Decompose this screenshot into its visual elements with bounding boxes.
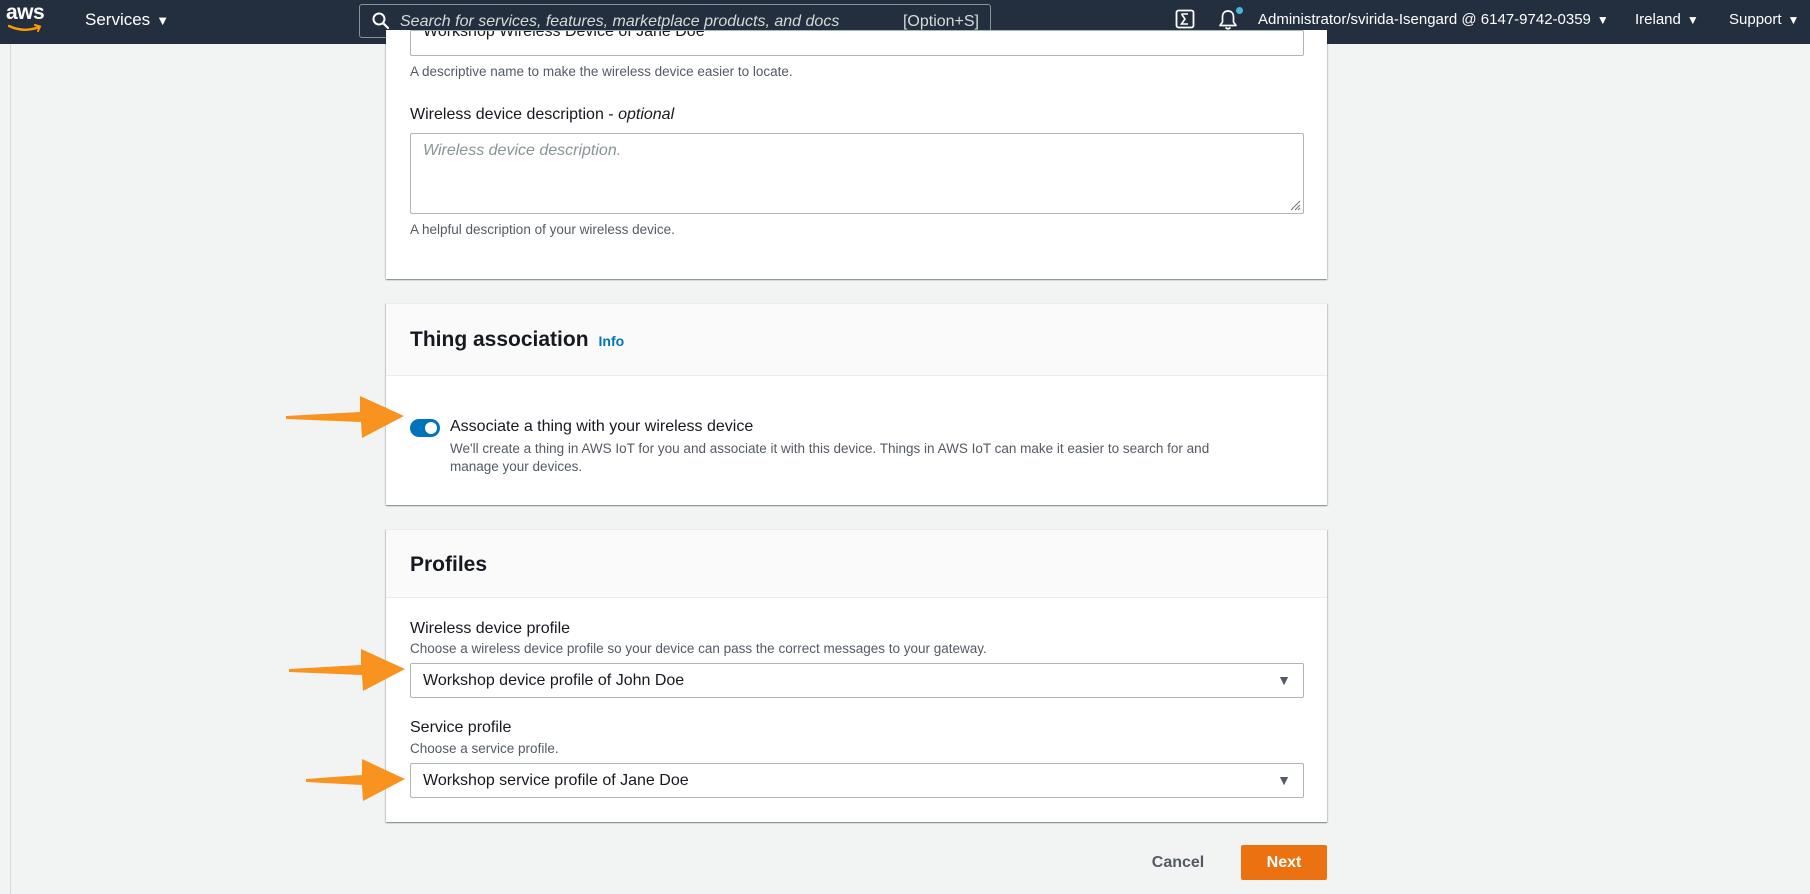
profiles-header: Profiles (386, 530, 1327, 598)
next-button[interactable]: Next (1241, 845, 1327, 880)
description-label-text: Wireless device description (410, 106, 604, 123)
cancel-button[interactable]: Cancel (1140, 846, 1216, 880)
device-profile-value: Workshop device profile of John Doe (423, 672, 685, 689)
wireless-device-description-textarea[interactable]: Wireless device description. (410, 133, 1304, 214)
name-hint: A descriptive name to make the wireless … (410, 64, 793, 79)
thing-association-title: Thing association Info (410, 328, 624, 352)
toggle-description-line-1: We'll create a thing in AWS IoT for you … (450, 441, 1210, 456)
caret-down-icon: ▼ (1277, 772, 1291, 788)
thing-association-panel: Thing association Info Associate a thing … (386, 303, 1327, 505)
description-hint: A helpful description of your wireless d… (410, 222, 675, 237)
notification-dot (1236, 7, 1243, 14)
service-profile-select[interactable]: Workshop service profile of Jane Doe ▼ (410, 763, 1304, 798)
annotation-arrow-icon (289, 649, 405, 691)
caret-down-icon: ▼ (1686, 13, 1699, 27)
account-menu[interactable]: Administrator/svirida-Isengard @ 6147-97… (1258, 11, 1609, 28)
aws-logo-text: aws (6, 1, 45, 24)
toggle-label: Associate a thing with your wireless dev… (450, 418, 754, 435)
service-profile-value: Workshop service profile of Jane Doe (423, 772, 689, 789)
device-profile-hint: Choose a wireless device profile so your… (410, 641, 987, 656)
toggle-knob (425, 422, 437, 434)
thing-association-header: Thing association Info (386, 304, 1327, 376)
services-label: Services (85, 10, 151, 29)
annotation-arrow-icon (306, 759, 405, 801)
region-label: Ireland (1635, 11, 1681, 28)
account-label: Administrator/svirida-Isengard @ 6147-97… (1258, 11, 1591, 28)
wireless-device-name-input[interactable]: Workshop Wireless Device of Jane Doe (410, 30, 1304, 56)
caret-down-icon: ▼ (156, 13, 170, 28)
profiles-panel: Profiles Wireless device profile Choose … (386, 529, 1327, 822)
info-link[interactable]: Info (599, 333, 625, 349)
caret-down-icon: ▼ (1596, 13, 1609, 27)
optional-label: optional (618, 106, 675, 123)
service-profile-hint: Choose a service profile. (410, 741, 559, 756)
aws-smile-icon (8, 24, 42, 32)
aws-logo[interactable]: aws (6, 2, 46, 38)
resize-handle-icon[interactable] (1289, 199, 1301, 211)
services-menu[interactable]: Services ▼ (85, 10, 169, 30)
caret-down-icon: ▼ (1787, 13, 1800, 27)
support-menu[interactable]: Support ▼ (1729, 11, 1799, 28)
search-icon (372, 12, 390, 30)
profiles-title: Profiles (410, 553, 488, 576)
description-label: Wireless device description - optional (410, 106, 675, 123)
wireless-device-details-panel: Workshop Wireless Device of Jane Doe A d… (386, 30, 1327, 279)
page-edge-divider (10, 44, 11, 894)
device-profile-label: Wireless device profile (410, 620, 571, 637)
search-placeholder: Search for services, features, marketpla… (400, 13, 840, 30)
support-label: Support (1729, 11, 1782, 28)
bell-icon[interactable] (1218, 9, 1238, 31)
associate-thing-toggle[interactable] (410, 419, 440, 437)
name-input-value: Workshop Wireless Device of Jane Doe (423, 30, 705, 40)
toggle-description-line-2: manage your devices. (450, 459, 583, 474)
caret-down-icon: ▼ (1277, 672, 1291, 688)
thing-association-title-text: Thing association (410, 328, 589, 351)
service-profile-label: Service profile (410, 719, 512, 736)
search-shortcut: [Option+S] (902, 13, 979, 30)
description-placeholder: Wireless device description. (423, 142, 622, 159)
device-profile-select[interactable]: Workshop device profile of John Doe ▼ (410, 663, 1304, 698)
cloudshell-icon[interactable] (1175, 9, 1195, 29)
annotation-arrow-icon (286, 396, 404, 438)
region-menu[interactable]: Ireland ▼ (1635, 11, 1699, 28)
